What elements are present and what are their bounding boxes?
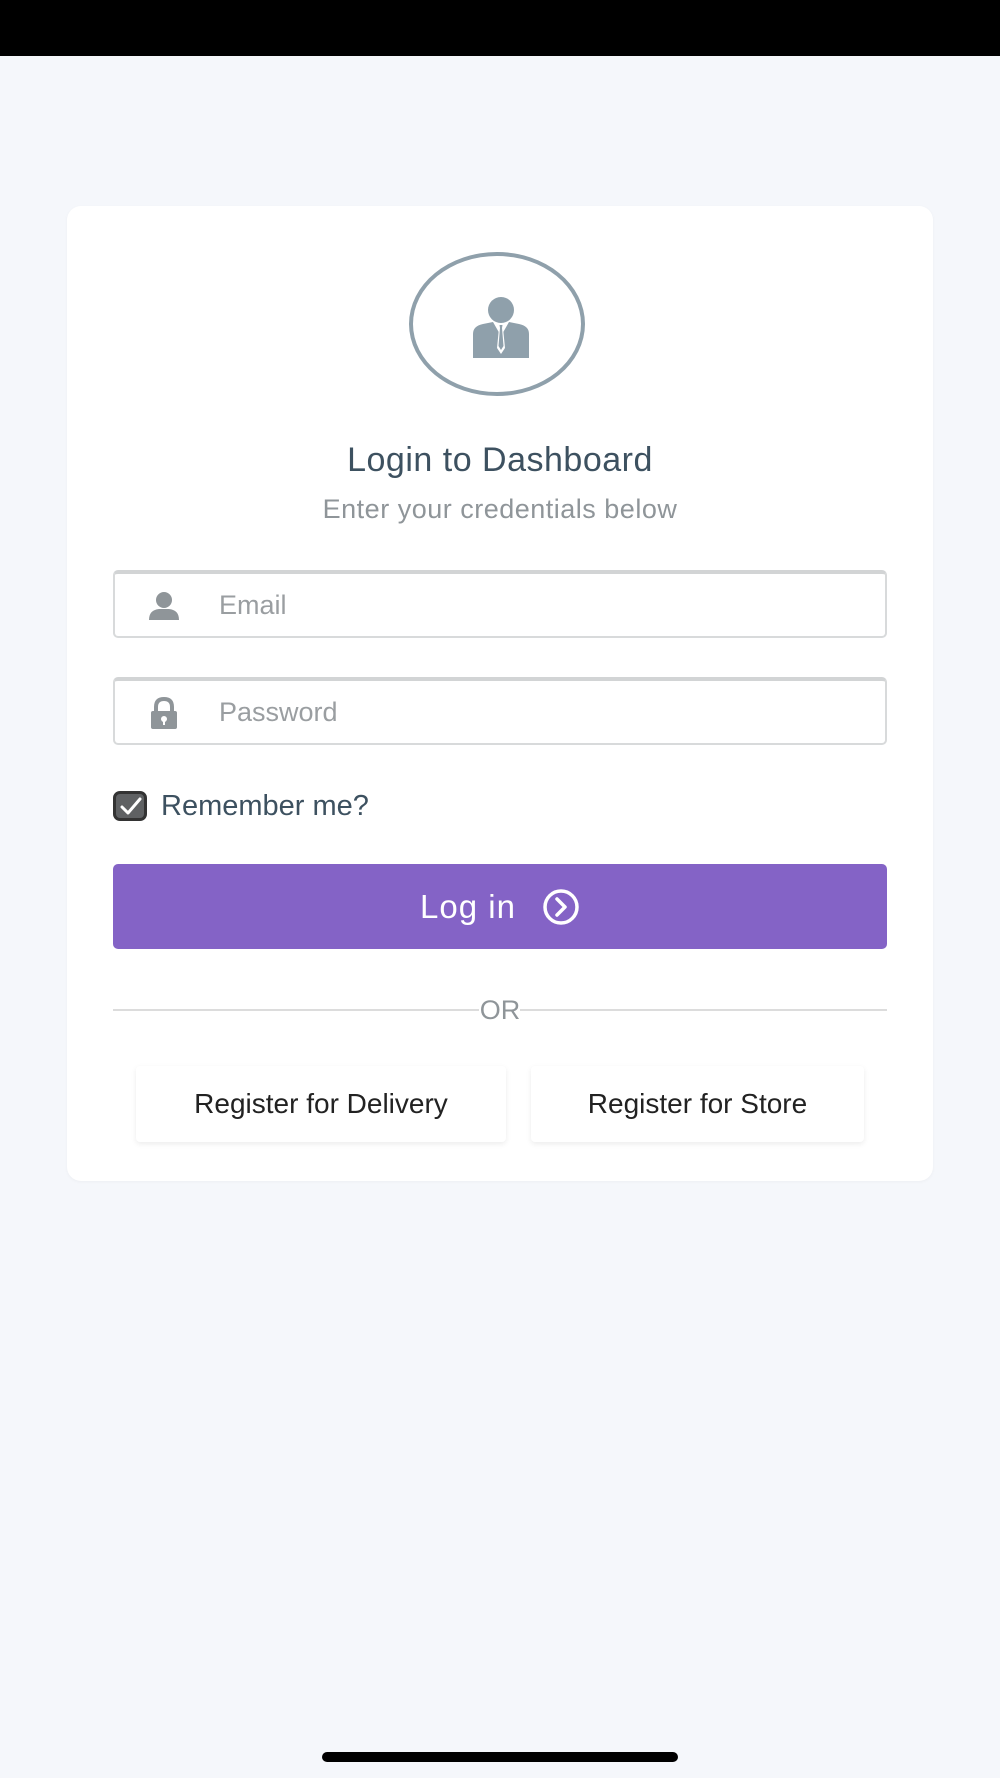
page-subtitle: Enter your credentials below: [322, 494, 678, 524]
password-input[interactable]: [219, 681, 869, 743]
login-button-label: Log in: [420, 887, 516, 925]
arrow-circle-right-icon: [543, 888, 579, 925]
home-indicator: [322, 1752, 678, 1762]
email-field[interactable]: [113, 570, 887, 638]
login-card: Login to Dashboard Enter your credential…: [67, 206, 933, 1181]
register-delivery-button[interactable]: Register for Delivery: [136, 1066, 506, 1142]
remember-me-label: Remember me?: [161, 789, 369, 822]
check-icon: [120, 797, 142, 815]
email-input[interactable]: [219, 574, 869, 636]
divider-text: OR: [479, 995, 521, 1025]
password-field[interactable]: [113, 677, 887, 745]
divider-line-left: [113, 1009, 479, 1011]
user-tie-icon: [473, 297, 529, 358]
avatar: [409, 252, 585, 396]
user-icon: [149, 592, 179, 620]
status-bar: [0, 0, 1000, 56]
remember-me-checkbox[interactable]: [113, 791, 147, 821]
login-button[interactable]: Log in: [113, 864, 887, 949]
or-divider: OR: [113, 989, 887, 1029]
remember-me[interactable]: Remember me?: [113, 789, 369, 823]
register-store-button[interactable]: Register for Store: [531, 1066, 864, 1142]
divider-line-right: [520, 1009, 887, 1011]
page-title: Login to Dashboard: [347, 441, 653, 479]
lock-icon: [151, 697, 177, 729]
